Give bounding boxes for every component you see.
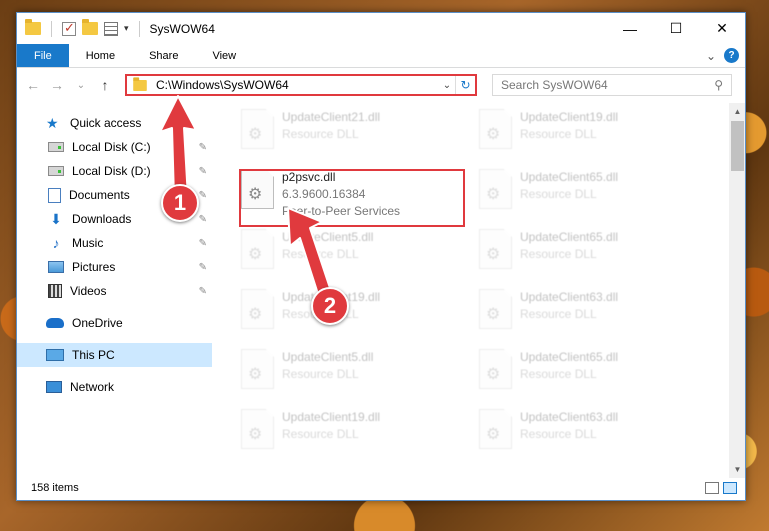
- step-2-badge: 2: [311, 287, 349, 325]
- arrow-1: [159, 95, 197, 199]
- arrow-2: [287, 207, 331, 295]
- annotation-arrows: [159, 95, 331, 295]
- step-1-badge: 1: [161, 184, 199, 222]
